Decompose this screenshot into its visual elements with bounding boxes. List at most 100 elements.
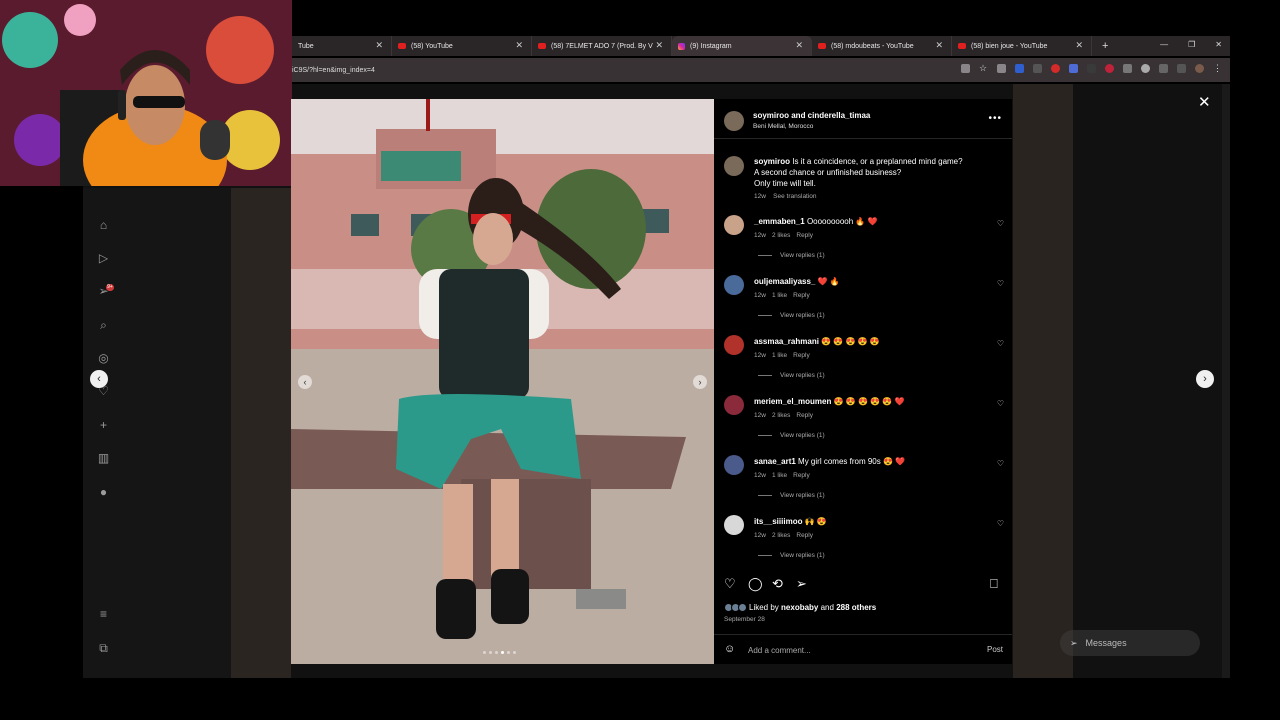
home-icon[interactable]: ⌂ — [96, 218, 111, 233]
meta-apps-icon[interactable]: ⧉ — [96, 641, 111, 656]
address-bar[interactable]: iC9S/?hl=en&img_index=4 ☆ ⋮ — [292, 58, 1230, 82]
extension-icon[interactable] — [1087, 64, 1096, 73]
commenter-avatar[interactable] — [724, 215, 744, 235]
comment-username[interactable]: ouljemaaliyass_ — [754, 277, 815, 286]
commenter-avatar[interactable] — [724, 275, 744, 295]
like-heart-icon[interactable]: ♡ — [724, 576, 736, 592]
post-authors[interactable]: soymiroo and cinderella_timaa — [753, 111, 870, 120]
comment-reply-button[interactable]: Reply — [796, 532, 813, 539]
close-tab-icon[interactable]: ✕ — [375, 40, 383, 51]
view-replies-link[interactable]: View replies (1) — [758, 432, 825, 439]
profile-avatar-icon[interactable]: ● — [96, 485, 111, 500]
comment-reply-button[interactable]: Reply — [796, 412, 813, 419]
media-control-icon[interactable] — [1177, 64, 1186, 73]
close-window-icon[interactable]: ✕ — [1215, 40, 1222, 49]
post-date[interactable]: September 28 — [724, 616, 765, 623]
repost-icon[interactable]: ⟲ — [772, 576, 783, 592]
see-translation-link[interactable]: See translation — [773, 193, 816, 200]
liked-by-user[interactable]: nexobaby — [781, 603, 818, 612]
comment-like-heart-icon[interactable]: ♡ — [997, 219, 1004, 228]
caption-username[interactable]: soymiroo — [754, 157, 790, 166]
extension-icon[interactable] — [1123, 64, 1132, 73]
post-location[interactable]: Beni Mellal, Morocco — [753, 123, 813, 130]
commenter-avatar[interactable] — [724, 395, 744, 415]
post-comment-button[interactable]: Post — [987, 645, 1003, 654]
bookmark-star-icon[interactable]: ☆ — [979, 64, 988, 73]
page-scrollbar[interactable] — [1222, 84, 1230, 678]
author-avatar[interactable] — [724, 111, 744, 131]
comment-username[interactable]: meriem_el_moumen — [754, 397, 831, 406]
comment-username[interactable]: assmaa_rahmani — [754, 337, 819, 346]
extension-icon[interactable] — [1051, 64, 1060, 73]
new-tab-button[interactable]: + — [1102, 40, 1108, 52]
comment-username[interactable]: _emmaben_1 — [754, 217, 805, 226]
url-text[interactable]: iC9S/?hl=en&img_index=4 — [292, 67, 375, 74]
comment-like-heart-icon[interactable]: ♡ — [997, 519, 1004, 528]
browser-tab[interactable]: (58) mdoubeats - YouTube ✕ — [812, 36, 952, 56]
view-replies-link[interactable]: View replies (1) — [758, 252, 825, 259]
more-menu-icon[interactable]: ≡ — [96, 607, 111, 622]
comment-likes[interactable]: 1 like — [772, 472, 787, 479]
search-icon[interactable]: ⌕ — [96, 318, 111, 333]
comment-likes[interactable]: 2 likes — [772, 412, 790, 419]
dashboard-icon[interactable]: ▥ — [96, 451, 111, 466]
extension-icon[interactable] — [1033, 64, 1042, 73]
create-plus-icon[interactable]: + — [96, 418, 111, 433]
extension-icon[interactable] — [1069, 64, 1078, 73]
profile-avatar-icon[interactable] — [1195, 64, 1204, 73]
commenter-avatar[interactable] — [724, 515, 744, 535]
comment-reply-button[interactable]: Reply — [793, 292, 810, 299]
browser-tab[interactable]: (58) 7ELMET ADO 7 (Prod. By V ✕ — [532, 36, 672, 56]
commenter-avatar[interactable] — [724, 335, 744, 355]
comment-like-heart-icon[interactable]: ♡ — [997, 459, 1004, 468]
comment-likes[interactable]: 1 like — [772, 292, 787, 299]
close-tab-icon[interactable]: ✕ — [795, 40, 803, 51]
close-modal-icon[interactable]: ✕ — [1198, 93, 1211, 111]
comment-username[interactable]: sanae_art1 — [754, 457, 796, 466]
kebab-menu-icon[interactable]: ⋮ — [1213, 64, 1222, 73]
comment-bubble-icon[interactable]: ◯ — [748, 576, 763, 592]
more-options-icon[interactable]: ••• — [988, 113, 1002, 124]
messages-pill[interactable]: ➢ Messages — [1060, 630, 1200, 656]
install-app-icon[interactable] — [961, 64, 970, 73]
liked-by-others[interactable]: 288 others — [836, 603, 876, 612]
extension-icon[interactable] — [1141, 64, 1150, 73]
browser-tab[interactable]: (58) bien joue - YouTube ✕ — [952, 36, 1092, 56]
restore-icon[interactable]: ❐ — [1188, 40, 1195, 49]
caption-author-avatar[interactable] — [724, 156, 744, 176]
carousel-next-button[interactable]: › — [693, 375, 707, 389]
view-replies-link[interactable]: View replies (1) — [758, 552, 825, 559]
view-replies-link[interactable]: View replies (1) — [758, 312, 825, 319]
view-replies-link[interactable]: View replies (1) — [758, 372, 825, 379]
comment-reply-button[interactable]: Reply — [793, 352, 810, 359]
emoji-icon[interactable]: ☺ — [724, 643, 735, 655]
browser-tab-active[interactable]: (9) Instagram ✕ — [672, 36, 812, 56]
browser-tab[interactable]: (58) YouTube ✕ — [392, 36, 532, 56]
close-tab-icon[interactable]: ✕ — [1075, 40, 1083, 51]
commenter-avatar[interactable] — [724, 455, 744, 475]
comment-likes[interactable]: 1 like — [772, 352, 787, 359]
explore-icon[interactable]: ◎ — [96, 351, 111, 366]
minimize-icon[interactable]: — — [1160, 40, 1168, 49]
comment-likes[interactable]: 2 likes — [772, 532, 790, 539]
previous-post-button[interactable]: ‹ — [90, 370, 108, 388]
extension-icon[interactable] — [997, 64, 1006, 73]
comment-reply-button[interactable]: Reply — [793, 472, 810, 479]
comment-like-heart-icon[interactable]: ♡ — [997, 279, 1004, 288]
comment-username[interactable]: its__siiiimoo — [754, 517, 802, 526]
comment-reply-button[interactable]: Reply — [796, 232, 813, 239]
puzzle-icon[interactable] — [1159, 64, 1168, 73]
next-post-button[interactable]: › — [1196, 370, 1214, 388]
close-tab-icon[interactable]: ✕ — [515, 40, 523, 51]
share-send-icon[interactable]: ➢ — [796, 576, 807, 592]
comment-like-heart-icon[interactable]: ♡ — [997, 339, 1004, 348]
close-tab-icon[interactable]: ✕ — [935, 40, 943, 51]
view-replies-link[interactable]: View replies (1) — [758, 492, 825, 499]
carousel-prev-button[interactable]: ‹ — [298, 375, 312, 389]
browser-tab[interactable]: Tube ✕ — [292, 36, 392, 56]
extension-icon[interactable] — [1105, 64, 1114, 73]
comment-input[interactable] — [748, 643, 948, 657]
comment-like-heart-icon[interactable]: ♡ — [997, 399, 1004, 408]
comment-likes[interactable]: 2 likes — [772, 232, 790, 239]
save-bookmark-icon[interactable]: ⎕ — [990, 576, 998, 592]
